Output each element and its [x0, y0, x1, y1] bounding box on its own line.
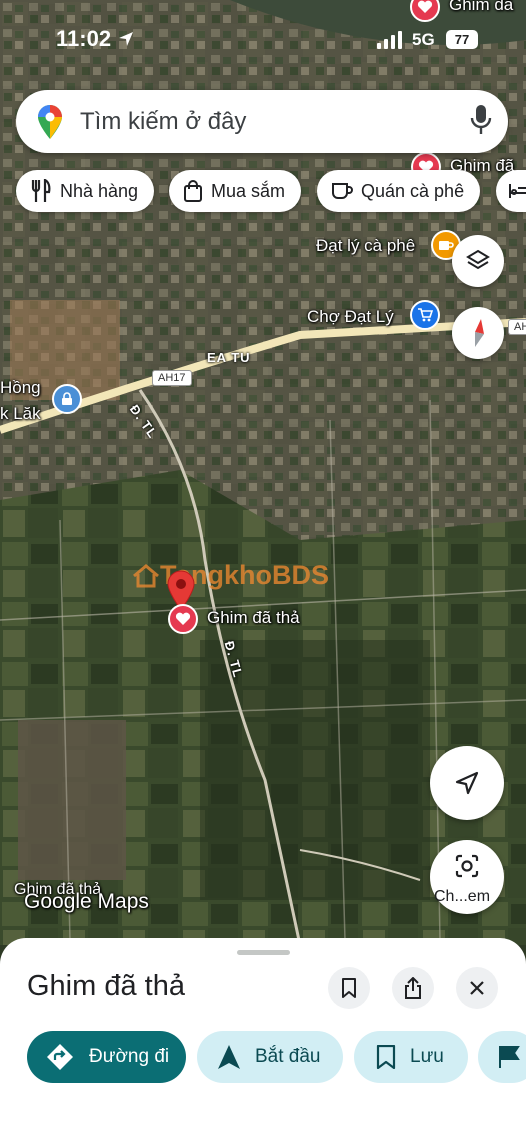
search-input[interactable]: Tìm kiếm ở đây — [80, 108, 246, 136]
status-bar: 11:02 5G 77 — [0, 0, 526, 80]
label-button[interactable] — [478, 1031, 526, 1083]
bed-icon — [509, 184, 526, 198]
directions-label: Đường đi — [89, 1046, 170, 1067]
layers-button[interactable] — [452, 235, 504, 287]
network-type: 5G — [412, 30, 435, 49]
shopping-bag-icon — [184, 180, 202, 202]
bookmark-save-icon — [376, 1045, 396, 1069]
start-button[interactable]: Bắt đầu — [197, 1031, 343, 1083]
compass-icon — [475, 319, 484, 347]
place-title: Ghim đã thả — [27, 970, 185, 1002]
chip-label: Quán cà phê — [361, 180, 465, 201]
compass-button[interactable] — [452, 307, 504, 359]
chip-restaurants[interactable]: Nhà hàng — [16, 170, 155, 212]
layers-icon — [466, 249, 490, 270]
search-bar[interactable]: Tìm kiếm ở đây — [16, 90, 508, 153]
road-shield-ah: AH — [508, 319, 526, 335]
share-button[interactable] — [392, 967, 434, 1009]
chip-label: Mua sắm — [211, 180, 286, 201]
location-arrow-icon — [119, 32, 133, 46]
microphone-icon[interactable] — [470, 104, 492, 138]
share-icon — [405, 977, 421, 999]
watermark: TongkhoBDS — [132, 560, 329, 591]
road-label-ea-tu: EA TU — [207, 350, 251, 365]
navigation-start-icon — [218, 1045, 240, 1069]
lens-label: Ch...em — [434, 888, 491, 905]
house-watermark-icon — [133, 563, 159, 587]
my-location-button[interactable] — [430, 746, 504, 820]
lock-place-icon[interactable] — [52, 384, 82, 414]
chip-label: Nhà hàng — [60, 180, 139, 201]
market-label[interactable]: Chợ Đạt Lý — [307, 307, 394, 327]
signal-icon — [377, 31, 402, 49]
pin-heart-icon[interactable] — [168, 604, 198, 634]
flag-icon — [499, 1046, 520, 1068]
road-shield-ah17: AH17 — [152, 370, 192, 386]
place-label-hong: Hồng — [0, 378, 41, 397]
chip-cafes[interactable]: Quán cà phê — [317, 170, 481, 212]
close-button[interactable] — [456, 967, 498, 1009]
coffee-cup-icon — [332, 183, 353, 199]
fork-knife-icon — [31, 179, 51, 202]
google-maps-logo: Google Maps — [24, 890, 149, 913]
status-time: 11:02 — [56, 26, 112, 51]
sheet-drag-handle[interactable] — [237, 950, 290, 955]
map-view[interactable]: Ghim đã Ghim đã Đạt lý cà phê Chợ Đạt Lý… — [0, 0, 526, 945]
close-icon — [470, 981, 484, 995]
place-bottom-sheet[interactable]: Ghim đã thả Đường đi Bắt đầu Lưu — [0, 938, 526, 1140]
dropped-pin-label: Ghim đã thả — [207, 608, 300, 627]
directions-button[interactable]: Đường đi — [27, 1031, 186, 1083]
start-label: Bắt đầu — [255, 1046, 321, 1067]
place-label-lak: k Lăk — [0, 404, 41, 423]
navigation-arrow-icon — [455, 771, 479, 795]
chip-shopping[interactable]: Mua sắm — [169, 170, 302, 212]
google-maps-pin-logo-icon — [38, 104, 62, 139]
shopping-cart-icon[interactable] — [410, 300, 440, 330]
save-button[interactable]: Lưu — [354, 1031, 468, 1083]
save-label: Lưu — [410, 1046, 444, 1067]
bookmark-icon — [342, 978, 356, 998]
directions-icon — [47, 1044, 73, 1070]
battery-icon: 77 — [446, 30, 478, 49]
cafe-label[interactable]: Đạt lý cà phê — [316, 236, 415, 256]
camera-lens-icon — [455, 854, 479, 878]
bookmark-button[interactable] — [328, 967, 370, 1009]
